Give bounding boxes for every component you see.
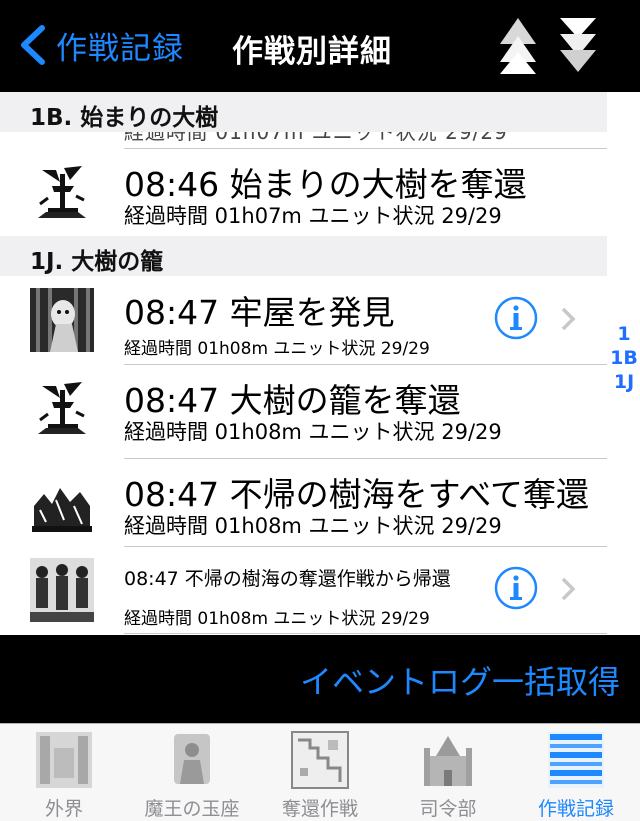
action-bar: イベントログ一括取得 — [0, 635, 640, 723]
outer-world-icon — [36, 732, 92, 788]
event-subtitle: 経過時間 01h07m ユニット状況 29/29 — [124, 204, 502, 228]
section-index-item[interactable]: 1B — [608, 346, 640, 370]
partially-hidden-row-text: 経過時間 01h07m ユニット状況 29/29 — [124, 132, 508, 144]
tab-label: 司令部 — [419, 798, 477, 820]
forest-icon — [32, 488, 92, 532]
partial-row-subtitle: 経過時間 01h07m ユニット状況 29/29 — [124, 132, 508, 144]
info-icon[interactable] — [494, 566, 538, 610]
tab-throne[interactable]: 魔王の玉座 — [128, 724, 256, 821]
event-subtitle: 経過時間 01h08m ユニット状況 29/29 — [124, 420, 502, 444]
event-title: 08:46 始まりの大樹を奪還 — [124, 165, 527, 204]
page-title: 作戦別詳細 — [232, 34, 392, 70]
section-header: 1J. 大樹の籠 — [0, 236, 607, 276]
records-icon — [548, 732, 604, 788]
event-title: 08:47 大樹の籠を奪還 — [124, 381, 461, 420]
throne-icon — [174, 734, 210, 784]
tab-label: 作戦記録 — [537, 798, 614, 820]
list-item[interactable]: 08:47 牢屋を発見 経過時間 01h08m ユニット状況 29/29 — [0, 276, 607, 364]
list-item[interactable]: 08:47 大樹の籠を奪還 経過時間 01h08m ユニット状況 29/29 — [0, 364, 607, 452]
disclosure-chevron-icon — [561, 577, 576, 601]
event-log-list[interactable]: 1B. 始まりの大樹 経過時間 01h07m ユニット状況 29/29 08:4… — [0, 92, 640, 635]
event-title: 08:47 不帰の樹海をすべて奪還 — [124, 475, 589, 514]
soldiers-icon — [30, 558, 94, 622]
tab-label: 奪還作戦 — [281, 798, 358, 820]
event-title: 08:47 牢屋を発見 — [124, 293, 395, 332]
section-header: 1B. 始まりの大樹 — [0, 92, 607, 132]
bulk-fetch-event-log-button[interactable]: イベントログ一括取得 — [300, 657, 620, 703]
list-item[interactable]: 08:47 不帰の樹海をすべて奪還 経過時間 01h08m ユニット状況 29/… — [0, 458, 607, 546]
tab-outer-world[interactable]: 外界 — [0, 724, 128, 821]
next-operation-arrow-icon[interactable] — [556, 14, 600, 76]
navigation-bar: 作戦記録 作戦別詳細 — [0, 0, 640, 92]
headquarters-icon — [424, 736, 472, 786]
tab-bar: 外界 魔王の玉座 奪還作戦 司令部 作戦記録 — [0, 723, 640, 821]
operation-map-icon — [291, 731, 349, 789]
bonsai-tree-icon — [38, 382, 86, 434]
tab-records[interactable]: 作戦記録 — [512, 724, 640, 821]
chevron-left-icon — [21, 25, 45, 65]
bonsai-tree-icon — [38, 166, 86, 218]
tab-headquarters[interactable]: 司令部 — [384, 724, 512, 821]
disclosure-chevron-icon — [561, 307, 576, 331]
event-subtitle: 経過時間 01h08m ユニット状況 29/29 — [124, 339, 430, 359]
prisoner-icon — [30, 288, 94, 352]
event-title: 08:47 不帰の樹海の奪還作戦から帰還 — [124, 568, 451, 590]
tab-operation[interactable]: 奪還作戦 — [256, 724, 384, 821]
back-button[interactable]: 作戦記録 — [14, 22, 184, 68]
tab-label: 魔王の玉座 — [144, 798, 240, 820]
section-index-item[interactable]: 1J — [608, 370, 640, 394]
tab-label: 外界 — [44, 798, 83, 820]
section-header-label: 1J. 大樹の籠 — [30, 249, 164, 275]
event-subtitle: 経過時間 01h08m ユニット状況 29/29 — [124, 514, 502, 538]
section-index[interactable]: 1 1B 1J — [608, 322, 640, 394]
row-separator — [124, 633, 607, 634]
list-item[interactable]: 08:47 不帰の樹海の奪還作戦から帰還 経過時間 01h08m ユニット状況 … — [0, 546, 607, 634]
section-index-item[interactable]: 1 — [608, 322, 640, 346]
previous-operation-arrow-icon[interactable] — [496, 14, 540, 76]
info-icon[interactable] — [494, 296, 538, 340]
back-button-label: 作戦記録 — [56, 30, 184, 67]
event-subtitle: 経過時間 01h08m ユニット状況 29/29 — [124, 609, 430, 629]
section-header-label: 1B. 始まりの大樹 — [30, 105, 219, 131]
list-item[interactable]: 08:46 始まりの大樹を奪還 経過時間 01h07m ユニット状況 29/29 — [0, 148, 607, 236]
